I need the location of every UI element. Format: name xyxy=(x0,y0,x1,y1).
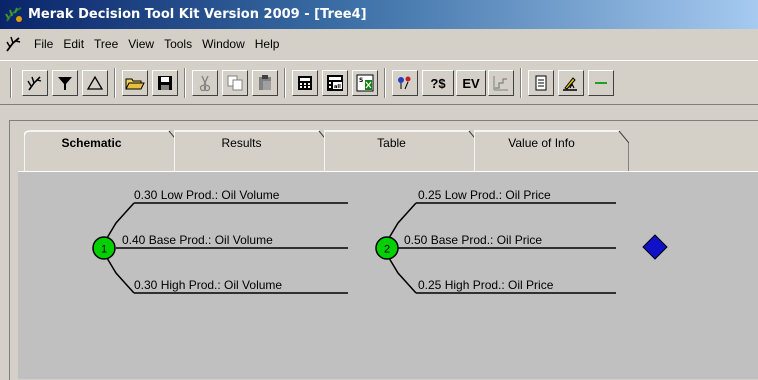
decision-tree: 1 2 xyxy=(92,202,668,294)
calculate-all-button[interactable]: all xyxy=(322,70,348,96)
chance-node-number: 1 xyxy=(101,244,107,256)
tab-table[interactable]: Table xyxy=(324,129,479,172)
document-tree-icon[interactable] xyxy=(4,34,24,54)
window-title: Merak Decision Tool Kit Version 2009 - [… xyxy=(28,7,367,22)
step-chart-icon xyxy=(493,76,508,91)
paste-icon xyxy=(259,75,271,90)
tab-value-of-info-label: Value of Info xyxy=(508,136,575,150)
menu-window[interactable]: Window xyxy=(202,37,245,51)
sensitivity-icon xyxy=(398,76,411,90)
toolbar-separator xyxy=(184,68,186,98)
branch-label[interactable]: 0.50 Base Prod.: Oil Price xyxy=(404,233,542,247)
copy-icon xyxy=(227,75,243,91)
svg-text:all: all xyxy=(334,84,341,90)
scissors-icon xyxy=(199,75,211,92)
triangle-icon xyxy=(86,75,104,90)
schematic-canvas[interactable]: 1 2 0.30 Low Prod.: Oil Volume 0.40 Base… xyxy=(18,171,758,379)
calculator-button[interactable] xyxy=(292,70,318,96)
green-arrow-icon xyxy=(595,82,607,84)
menu-edit[interactable]: Edit xyxy=(63,37,84,51)
paste-button[interactable] xyxy=(252,70,278,96)
expected-value-button[interactable]: EV xyxy=(456,70,486,96)
chart-button[interactable] xyxy=(488,70,514,96)
menu-view[interactable]: View xyxy=(128,37,154,51)
calculator-all-icon: all xyxy=(327,75,343,91)
tab-schematic[interactable]: Schematic xyxy=(24,129,179,172)
floppy-disk-icon xyxy=(158,76,172,90)
branch-label[interactable]: 0.30 High Prod.: Oil Volume xyxy=(134,278,282,292)
funnel-icon xyxy=(58,77,72,90)
branch-label[interactable]: 0.40 Base Prod.: Oil Volume xyxy=(122,233,273,247)
money-label: ?$ xyxy=(430,75,446,91)
branch-line xyxy=(106,257,135,294)
branch-label[interactable]: 0.30 Low Prod.: Oil Volume xyxy=(134,188,279,202)
spreadsheet-icon: S xyxy=(356,74,374,92)
calculator-icon xyxy=(298,76,312,90)
chance-node-number: 2 xyxy=(384,244,390,256)
branch-line xyxy=(388,257,417,294)
menu-file[interactable]: File xyxy=(34,37,53,51)
title-bar: Merak Decision Tool Kit Version 2009 - [… xyxy=(0,0,758,29)
toolbar-grip xyxy=(10,68,12,98)
toolbar-separator xyxy=(284,68,286,98)
expected-money-button[interactable]: ?$ xyxy=(422,70,454,96)
spreadsheet-button[interactable]: S xyxy=(352,70,378,96)
tab-value-of-info[interactable]: Value of Info xyxy=(474,129,629,172)
edit-chart-button[interactable] xyxy=(558,70,584,96)
tab-results-label: Results xyxy=(221,136,262,150)
tab-schematic-label: Schematic xyxy=(61,136,122,150)
save-button[interactable] xyxy=(152,70,178,96)
ev-label: EV xyxy=(462,75,480,91)
copy-button[interactable] xyxy=(222,70,248,96)
menu-bar: File Edit Tree View Tools Window Help xyxy=(0,31,758,56)
tab-results[interactable]: Results xyxy=(174,129,329,172)
menu-tree[interactable]: Tree xyxy=(94,37,118,51)
branch-label[interactable]: 0.25 High Prod.: Oil Price xyxy=(418,278,553,292)
document-icon xyxy=(535,75,547,91)
toolbar-separator xyxy=(384,68,386,98)
toolbar-separator xyxy=(520,68,522,98)
chance-node-button[interactable] xyxy=(52,70,78,96)
terminal-node-button[interactable] xyxy=(82,70,108,96)
folder-open-icon xyxy=(125,78,145,90)
cut-button[interactable] xyxy=(192,70,218,96)
svg-text:S: S xyxy=(359,77,363,84)
decision-tree-button[interactable] xyxy=(22,70,48,96)
open-button[interactable] xyxy=(122,70,148,96)
pencil-chart-icon xyxy=(563,77,577,91)
branch-label[interactable]: 0.25 Low Prod.: Oil Price xyxy=(418,188,551,202)
app-icon[interactable] xyxy=(4,5,24,25)
report-button[interactable] xyxy=(528,70,554,96)
add-node-button[interactable] xyxy=(588,70,614,96)
sensitivity-button[interactable] xyxy=(392,70,418,96)
menu-help[interactable]: Help xyxy=(255,37,280,51)
terminal-node[interactable] xyxy=(642,234,668,260)
tab-table-label: Table xyxy=(377,136,406,150)
toolbar: all S ?$ EV xyxy=(0,60,758,105)
toolbar-separator xyxy=(114,68,116,98)
tree-icon xyxy=(27,76,42,91)
menu-tools[interactable]: Tools xyxy=(164,37,192,51)
